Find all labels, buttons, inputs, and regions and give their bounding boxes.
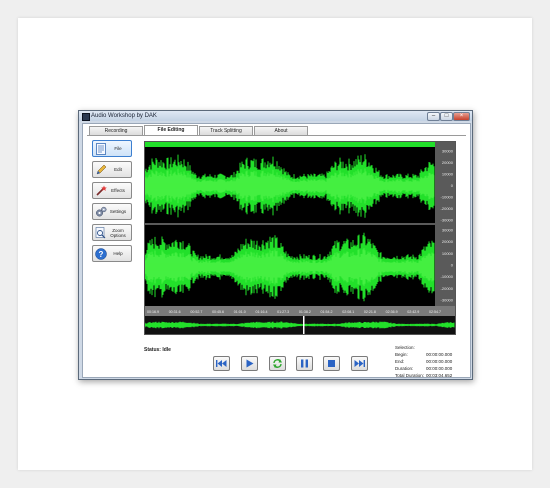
timeline-label: 02:42.9 bbox=[407, 310, 419, 314]
overview-cursor bbox=[303, 316, 305, 334]
timeline-label: 01:54.2 bbox=[321, 310, 333, 314]
zoom-options-label: Zoom Options bbox=[110, 227, 126, 238]
scale-bottom-label: -10000 bbox=[441, 274, 454, 279]
skip-back-icon bbox=[216, 360, 227, 367]
timeline-label: 00:31.6 bbox=[169, 310, 181, 314]
close-button[interactable]: × bbox=[453, 112, 470, 121]
tab-file-editing[interactable]: File Editing bbox=[144, 125, 198, 135]
stop-icon bbox=[328, 360, 335, 367]
waveform-canvas[interactable]: 3000020000100000-10000-20000-30000300002… bbox=[144, 142, 455, 334]
scale-top-label: -20000 bbox=[441, 206, 454, 211]
timeline-label: 00:16.9 bbox=[147, 310, 159, 314]
effects-button[interactable]: Effects bbox=[92, 182, 132, 199]
timeline-label: 01:27.3 bbox=[277, 310, 289, 314]
play-icon bbox=[246, 359, 254, 368]
timeline-label: 02:21.8 bbox=[364, 310, 376, 314]
channel-divider bbox=[145, 223, 435, 225]
timeline-label: 00:45.6 bbox=[212, 310, 224, 314]
magic-wand-icon bbox=[96, 185, 107, 196]
total-duration-label: Total Duration: bbox=[395, 373, 425, 378]
skip-back-button[interactable] bbox=[213, 356, 230, 371]
tab-divider bbox=[87, 135, 466, 136]
scale-top-label: 30000 bbox=[442, 149, 454, 154]
scale-bottom-label: 30000 bbox=[442, 228, 454, 233]
selection-heading: Selection: bbox=[395, 345, 415, 350]
status-text: Status: Idle bbox=[144, 347, 171, 353]
pause-icon bbox=[301, 359, 308, 368]
scale-bottom-label: -30000 bbox=[441, 298, 454, 303]
amplitude-scale-panel bbox=[435, 142, 455, 306]
minimize-button[interactable]: – bbox=[427, 112, 440, 121]
timeline-label: 02:54.7 bbox=[429, 310, 441, 314]
tab-about[interactable]: About bbox=[254, 126, 308, 135]
edit-button[interactable]: Edit bbox=[92, 161, 132, 178]
scale-top-label: -30000 bbox=[441, 218, 454, 223]
timeline-label: 01:01.0 bbox=[234, 310, 246, 314]
zoom-options-button[interactable]: Zoom Options bbox=[92, 224, 132, 241]
waveform-editor[interactable]: 30000 20000 10000 0 -10000 -20000 -30000 30000 2… bbox=[144, 141, 456, 335]
settings-button[interactable]: Settings bbox=[92, 203, 132, 220]
duration-value: 00:00:00.000 bbox=[426, 366, 453, 371]
edit-label: Edit bbox=[114, 167, 122, 172]
scale-bottom-label: -20000 bbox=[441, 286, 454, 291]
file-button[interactable]: File bbox=[92, 140, 132, 157]
help-button[interactable]: ? Help bbox=[92, 245, 132, 262]
app-window: Audio Workshop by DAK – □ × Recording Fi… bbox=[78, 110, 473, 380]
begin-value: 00:00:00.000 bbox=[426, 352, 453, 357]
gears-icon bbox=[96, 206, 107, 217]
skip-forward-icon bbox=[354, 360, 365, 367]
file-label: File bbox=[114, 146, 122, 151]
stop-button[interactable] bbox=[323, 356, 340, 371]
total-duration-value: 00:03:04.652 bbox=[426, 373, 453, 378]
tab-recording[interactable]: Recording bbox=[89, 126, 143, 135]
magnifier-icon bbox=[95, 227, 106, 239]
loop-button[interactable] bbox=[269, 356, 286, 371]
timeline-label: 01:38.2 bbox=[299, 310, 311, 314]
scale-bottom-label: 10000 bbox=[442, 251, 454, 256]
scale-bottom-label: 20000 bbox=[442, 239, 454, 244]
begin-label: Begin: bbox=[395, 352, 408, 357]
end-label: End: bbox=[395, 359, 405, 364]
timeline-label: 00:52.7 bbox=[190, 310, 202, 314]
effects-label: Effects bbox=[111, 188, 125, 193]
duration-label: Duration: bbox=[395, 366, 414, 371]
skip-forward-button[interactable] bbox=[351, 356, 368, 371]
maximize-button[interactable]: □ bbox=[440, 112, 453, 121]
app-icon bbox=[82, 113, 90, 121]
timeline-label: 02:36.9 bbox=[386, 310, 398, 314]
pause-button[interactable] bbox=[296, 356, 313, 371]
help-label: Help bbox=[113, 251, 123, 256]
tab-bar: Recording File Editing Track Splitting A… bbox=[89, 125, 309, 135]
tab-track-splitting[interactable]: Track Splitting bbox=[199, 126, 253, 135]
settings-label: Settings bbox=[109, 209, 127, 214]
document-icon bbox=[96, 143, 106, 155]
svg-text:?: ? bbox=[99, 250, 104, 259]
scale-top-label: -10000 bbox=[441, 195, 454, 200]
loop-icon bbox=[273, 359, 282, 368]
help-icon: ? bbox=[95, 248, 107, 260]
end-value: 00:00:00.000 bbox=[426, 359, 453, 364]
scale-top-label: 20000 bbox=[442, 160, 454, 165]
timeline-label: 02:08.1 bbox=[342, 310, 354, 314]
timeline-label: 01:16.4 bbox=[255, 310, 267, 314]
play-button[interactable] bbox=[241, 356, 258, 371]
waveform-top-bar bbox=[145, 142, 435, 147]
window-title: Audio Workshop by DAK bbox=[91, 113, 157, 119]
client-area: Recording File Editing Track Splitting A… bbox=[82, 123, 471, 378]
title-bar[interactable]: Audio Workshop by DAK – □ × bbox=[79, 111, 472, 121]
pencil-icon bbox=[96, 164, 107, 175]
scale-top-label: 10000 bbox=[442, 172, 454, 177]
